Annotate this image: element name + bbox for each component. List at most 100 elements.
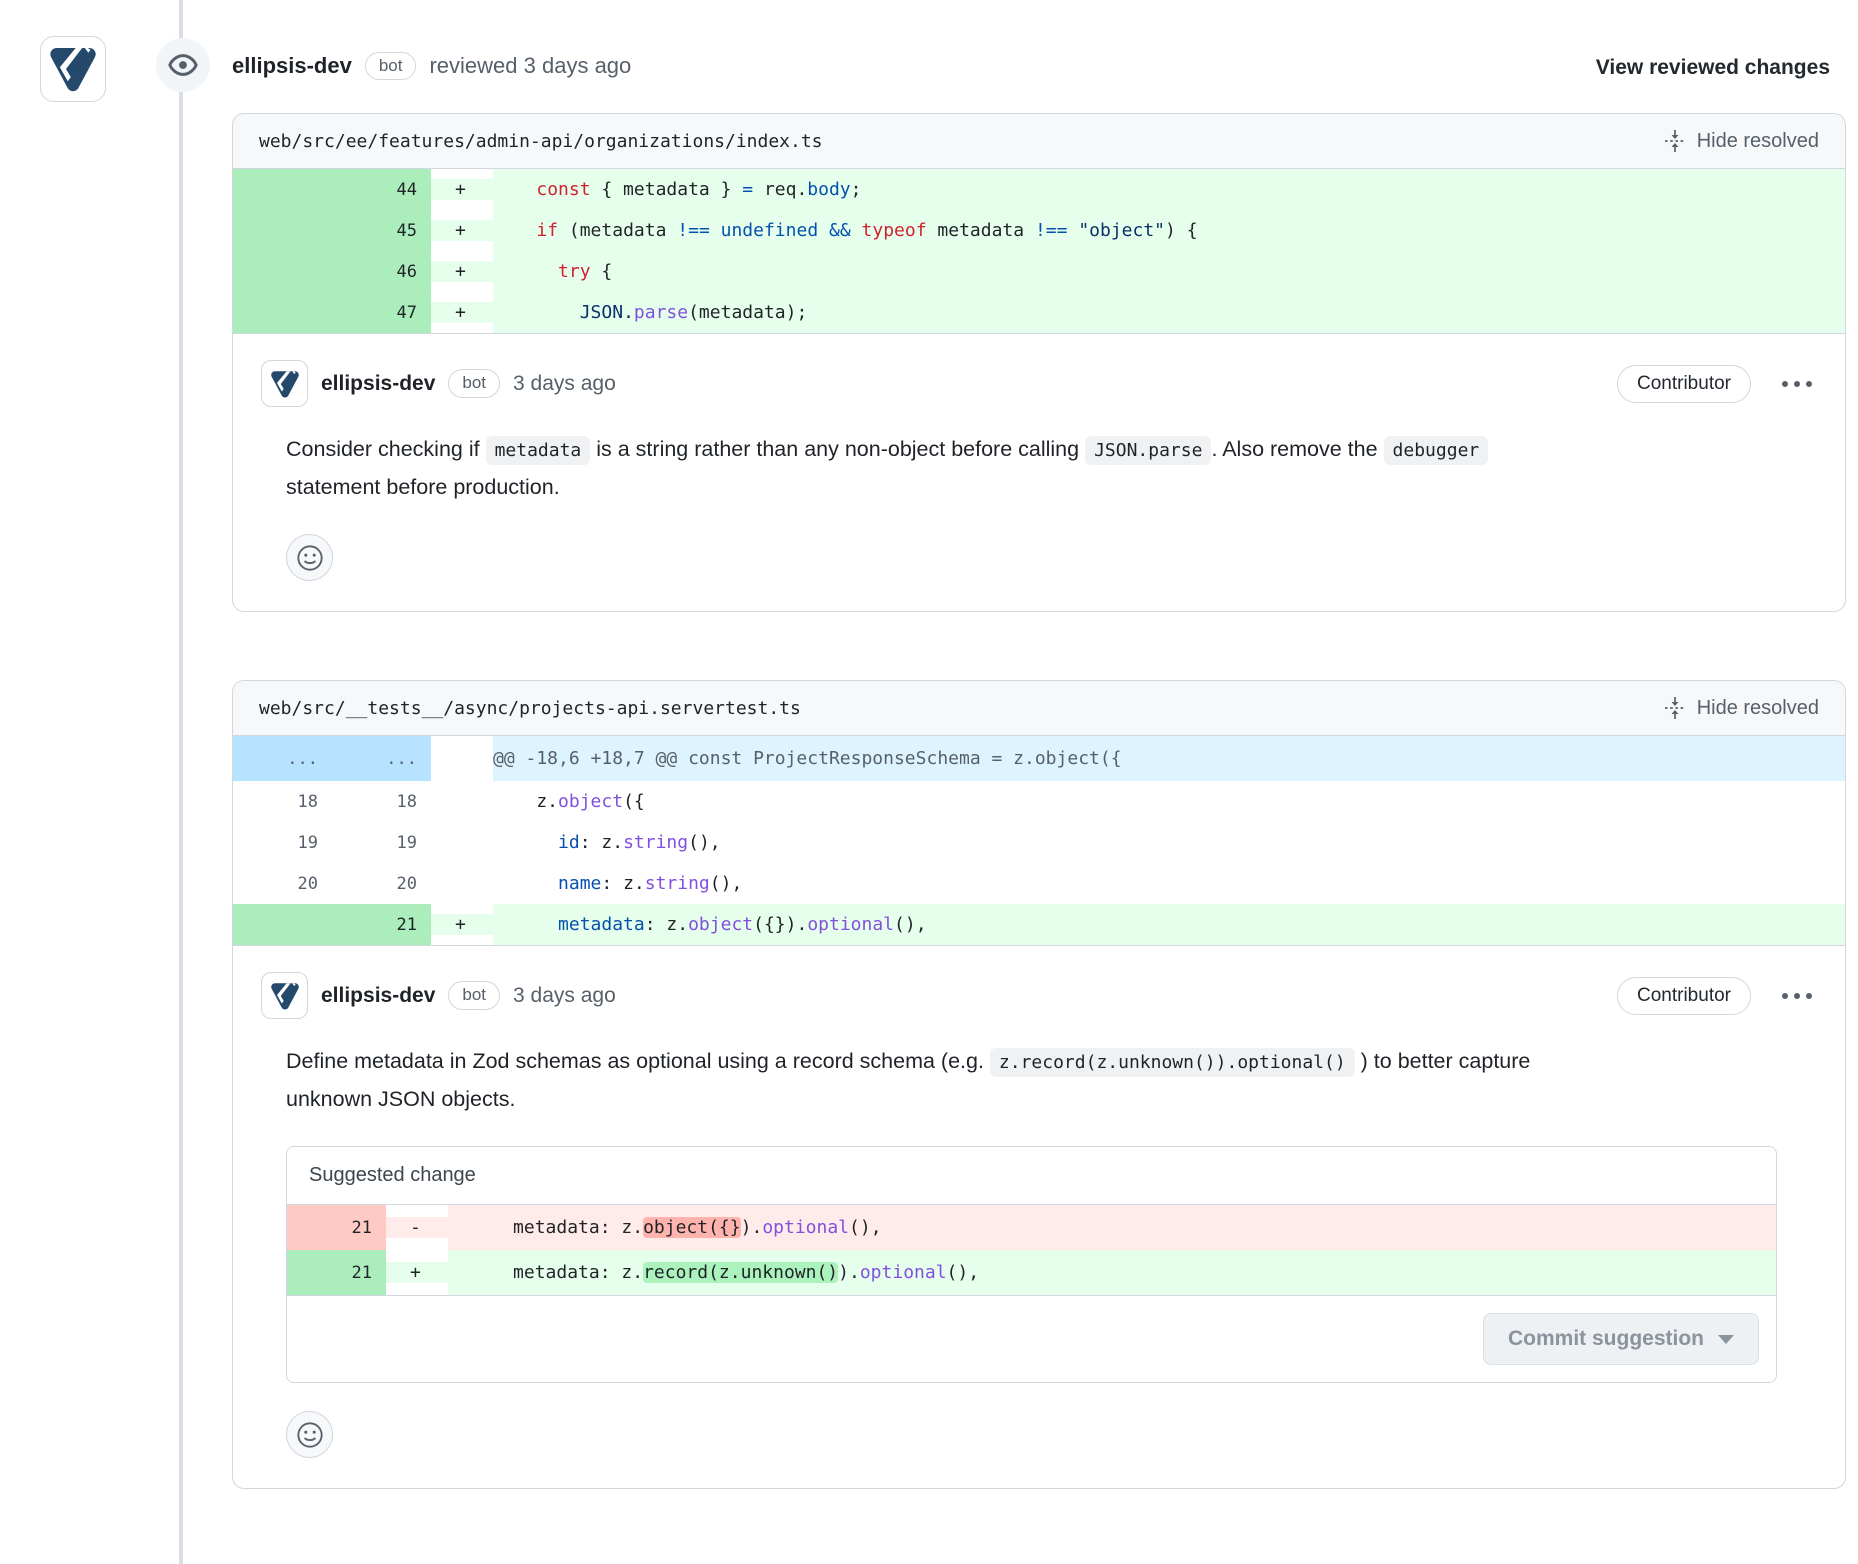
hide-resolved-label: Hide resolved [1697, 697, 1819, 720]
code-line: metadata: z.record(z.unknown()).optional… [448, 1250, 1776, 1295]
kebab-menu-button[interactable] [1777, 988, 1817, 1004]
new-line-number[interactable]: 21 [332, 904, 431, 945]
ellipsis-logo-icon [45, 41, 101, 97]
file-header: web/src/ee/features/admin-api/organizati… [233, 114, 1845, 169]
diff-row: 18 18 z.object({ [233, 781, 1845, 822]
line-number: 21 [287, 1250, 386, 1295]
review-comment-card-1: web/src/ee/features/admin-api/organizati… [232, 113, 1846, 612]
comment-timestamp[interactable]: 3 days ago [513, 984, 616, 1008]
code-line: name: z.string(), [493, 863, 1845, 904]
chevron-down-icon [1718, 1335, 1734, 1344]
diff-row: 46 + try { [233, 251, 1845, 292]
comment-avatar[interactable] [261, 972, 308, 1019]
diff-marker: + [431, 179, 493, 200]
diff-block: ... ... @@ -18,6 +18,7 @@ const ProjectR… [233, 736, 1845, 945]
kebab-menu-button[interactable] [1777, 376, 1817, 392]
view-reviewed-changes-link[interactable]: View reviewed changes [1596, 56, 1830, 80]
ellipsis-logo-icon [268, 367, 302, 401]
line-number: 21 [287, 1205, 386, 1250]
comment-body: Consider checking if metadata is a strin… [286, 431, 1554, 506]
smiley-icon [296, 1421, 324, 1449]
old-line-number[interactable] [233, 251, 332, 292]
fold-icon [1663, 129, 1687, 153]
review-action-text: reviewed 3 days ago [429, 53, 631, 79]
comment-header: ellipsis-dev bot 3 days ago Contributor [261, 972, 1817, 1019]
diff-row: 20 20 name: z.string(), [233, 863, 1845, 904]
code-line: JSON.parse(metadata); [493, 292, 1845, 333]
new-line-number[interactable]: 18 [332, 781, 431, 822]
review-event-header: ellipsis-dev bot reviewed 3 days ago [232, 52, 631, 80]
bot-badge: bot [448, 981, 500, 1009]
reviewer-name[interactable]: ellipsis-dev [232, 53, 352, 79]
diff-row: 44 + const { metadata } = req.body; [233, 169, 1845, 210]
old-line-number[interactable] [233, 292, 332, 333]
new-line-number[interactable]: 19 [332, 822, 431, 863]
add-reaction-button[interactable] [286, 534, 333, 581]
suggestion-addition-row: 21 + metadata: z.record(z.unknown()).opt… [287, 1250, 1776, 1295]
new-line-number[interactable]: 20 [332, 863, 431, 904]
comment-timestamp[interactable]: 3 days ago [513, 372, 616, 396]
code-line: if (metadata !== undefined && typeof met… [493, 210, 1845, 251]
review-comment-card-2: web/src/__tests__/async/projects-api.ser… [232, 680, 1846, 1489]
file-path[interactable]: web/src/ee/features/admin-api/organizati… [259, 131, 823, 152]
review-comment: ellipsis-dev bot 3 days ago Contributor … [233, 333, 1845, 611]
code-line: metadata: z.object({}).optional(), [448, 1205, 1776, 1250]
ellipsis-logo-icon [268, 979, 302, 1013]
diff-marker: + [431, 220, 493, 241]
code-line: const { metadata } = req.body; [493, 169, 1845, 210]
diff-marker: + [386, 1262, 448, 1283]
new-line-number[interactable]: 45 [332, 210, 431, 251]
diff-row: 45 + if (metadata !== undefined && typeo… [233, 210, 1845, 251]
hide-resolved-button[interactable]: Hide resolved [1663, 129, 1819, 153]
diff-row: 47 + JSON.parse(metadata); [233, 292, 1845, 333]
code-line: id: z.string(), [493, 822, 1845, 863]
diff-block: 44 + const { metadata } = req.body; 45 +… [233, 169, 1845, 333]
pull-request-review-thread: ellipsis-dev bot reviewed 3 days ago Vie… [0, 0, 1858, 1564]
diff-marker: + [431, 302, 493, 323]
expand-hunk-old[interactable]: ... [233, 736, 332, 781]
bot-badge: bot [365, 52, 417, 80]
code-line: metadata: z.object({}).optional(), [493, 904, 1845, 945]
fold-icon [1663, 696, 1687, 720]
old-line-number[interactable] [233, 169, 332, 210]
old-line-number[interactable]: 20 [233, 863, 332, 904]
reviewer-avatar[interactable] [40, 36, 106, 102]
contributor-badge: Contributor [1617, 977, 1751, 1015]
review-event-badge [156, 38, 210, 92]
diff-row: 21 + metadata: z.object({}).optional(), [233, 904, 1845, 945]
code-line: try { [493, 251, 1845, 292]
hunk-header-text: @@ -18,6 +18,7 @@ const ProjectResponseS… [493, 736, 1845, 781]
hunk-row: ... ... @@ -18,6 +18,7 @@ const ProjectR… [233, 736, 1845, 781]
diff-marker: + [431, 261, 493, 282]
commit-suggestion-button[interactable]: Commit suggestion [1483, 1313, 1759, 1365]
suggested-change-block: Suggested change 21 - metadata: z.object… [286, 1146, 1777, 1383]
old-line-number[interactable] [233, 210, 332, 251]
suggestion-footer: Commit suggestion [287, 1295, 1776, 1382]
comment-avatar[interactable] [261, 360, 308, 407]
review-comment: ellipsis-dev bot 3 days ago Contributor … [233, 945, 1845, 1488]
new-line-number[interactable]: 46 [332, 251, 431, 292]
add-reaction-button[interactable] [286, 1411, 333, 1458]
suggestion-diff: 21 - metadata: z.object({}).optional(), … [287, 1205, 1776, 1295]
file-path[interactable]: web/src/__tests__/async/projects-api.ser… [259, 698, 801, 719]
file-header: web/src/__tests__/async/projects-api.ser… [233, 681, 1845, 736]
comment-header: ellipsis-dev bot 3 days ago Contributor [261, 360, 1817, 407]
diff-marker: + [431, 914, 493, 935]
timeline-line [179, 0, 183, 1564]
code-line: z.object({ [493, 781, 1845, 822]
new-line-number[interactable]: 47 [332, 292, 431, 333]
suggestion-deletion-row: 21 - metadata: z.object({}).optional(), [287, 1205, 1776, 1250]
old-line-number[interactable]: 19 [233, 822, 332, 863]
diff-row: 19 19 id: z.string(), [233, 822, 1845, 863]
diff-marker: - [386, 1217, 448, 1238]
old-line-number[interactable] [233, 904, 332, 945]
comment-author[interactable]: ellipsis-dev [321, 372, 435, 396]
expand-hunk-new[interactable]: ... [332, 736, 431, 781]
comment-author[interactable]: ellipsis-dev [321, 984, 435, 1008]
contributor-badge: Contributor [1617, 365, 1751, 403]
old-line-number[interactable]: 18 [233, 781, 332, 822]
comment-body: Define metadata in Zod schemas as option… [286, 1043, 1554, 1118]
new-line-number[interactable]: 44 [332, 169, 431, 210]
hide-resolved-button[interactable]: Hide resolved [1663, 696, 1819, 720]
smiley-icon [296, 544, 324, 572]
